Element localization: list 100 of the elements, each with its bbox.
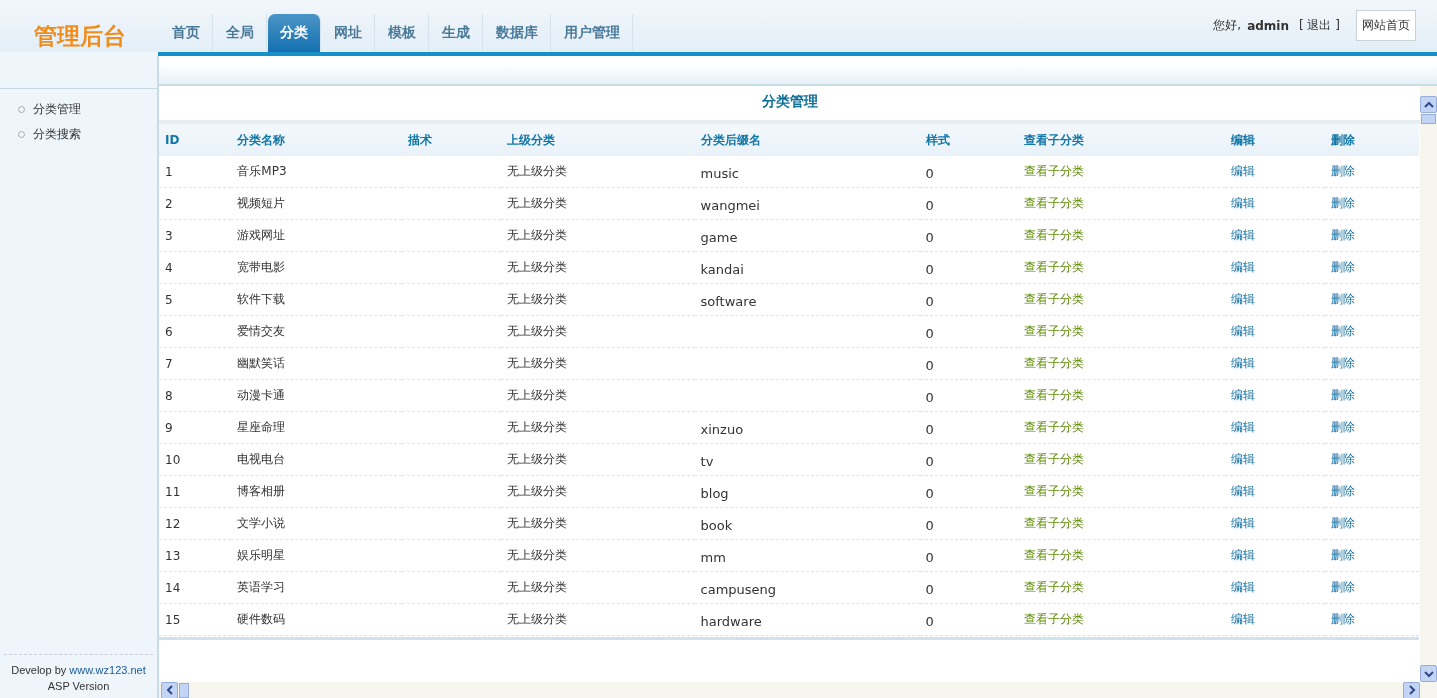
delete-link[interactable]: 删除	[1330, 612, 1355, 626]
table-cell: 3	[165, 228, 173, 243]
table-cell: 无上级分类	[506, 292, 567, 306]
table-cell: 软件下载	[237, 292, 286, 306]
view-children-link[interactable]: 查看子分类	[1024, 356, 1085, 370]
table-cell: 0	[925, 230, 934, 245]
footer-text: Develop by	[11, 664, 67, 676]
delete-link[interactable]: 删除	[1330, 228, 1355, 242]
table-cell: 15	[165, 612, 181, 627]
edit-link[interactable]: 编辑	[1231, 388, 1256, 402]
site-home-button[interactable]: 网站首页	[1356, 10, 1416, 41]
table-cell: 0	[925, 198, 934, 213]
delete-link[interactable]: 删除	[1330, 388, 1355, 402]
table-cell: 无上级分类	[506, 484, 567, 498]
view-children-link[interactable]: 查看子分类	[1024, 548, 1085, 562]
delete-link[interactable]: 删除	[1330, 580, 1355, 594]
column-header: 查看子分类	[1018, 124, 1226, 156]
view-children-link[interactable]: 查看子分类	[1024, 452, 1085, 466]
edit-link[interactable]: 编辑	[1231, 484, 1256, 498]
table-cell: 10	[165, 452, 181, 467]
delete-link[interactable]: 删除	[1330, 356, 1355, 370]
table-cell: 7	[165, 356, 173, 371]
table-cell: 无上级分类	[506, 420, 567, 434]
edit-link[interactable]: 编辑	[1231, 196, 1256, 210]
table-cell: software	[700, 294, 757, 309]
delete-link[interactable]: 删除	[1330, 484, 1355, 498]
table-cell: 0	[925, 326, 934, 341]
scroll-up-icon[interactable]	[1420, 96, 1437, 113]
edit-link[interactable]: 编辑	[1231, 324, 1256, 338]
table-cell: 博客相册	[237, 484, 286, 498]
table-cell: 0	[925, 422, 934, 437]
column-header: 上级分类	[500, 124, 695, 156]
delete-link[interactable]: 删除	[1330, 324, 1355, 338]
table-cell: game	[700, 230, 738, 245]
footer-link[interactable]: www.wz123.net	[69, 664, 146, 676]
view-children-link[interactable]: 查看子分类	[1024, 228, 1085, 242]
edit-link[interactable]: 编辑	[1231, 548, 1256, 562]
view-children-link[interactable]: 查看子分类	[1024, 292, 1085, 306]
scroll-thumb[interactable]	[179, 682, 189, 698]
view-children-link[interactable]: 查看子分类	[1024, 612, 1085, 626]
logout-link[interactable]: [ 退出 ]	[1299, 17, 1340, 34]
table-cell: 宽带电影	[237, 260, 286, 274]
delete-link[interactable]: 删除	[1330, 420, 1355, 434]
table-cell: music	[700, 166, 739, 181]
table-cell: 音乐MP3	[237, 164, 287, 178]
edit-link[interactable]: 编辑	[1231, 356, 1256, 370]
delete-link[interactable]: 删除	[1330, 292, 1355, 306]
table-cell: campuseng	[700, 582, 777, 597]
view-children-link[interactable]: 查看子分类	[1024, 420, 1085, 434]
horizontal-scrollbar[interactable]	[159, 682, 1437, 698]
table-cell: wangmei	[700, 198, 760, 213]
table-cell: 电视电台	[237, 452, 286, 466]
column-header: 分类后缀名	[694, 124, 920, 156]
scroll-right-icon[interactable]	[1403, 681, 1420, 698]
table-cell: 0	[925, 582, 934, 597]
view-children-link[interactable]: 查看子分类	[1024, 388, 1085, 402]
delete-link[interactable]: 删除	[1330, 516, 1355, 530]
delete-link[interactable]: 删除	[1330, 164, 1355, 178]
delete-link[interactable]: 删除	[1330, 452, 1355, 466]
view-children-link[interactable]: 查看子分类	[1024, 260, 1085, 274]
edit-link[interactable]: 编辑	[1231, 260, 1256, 274]
column-header: 描术	[402, 124, 501, 156]
scroll-down-icon[interactable]	[1420, 665, 1437, 682]
vertical-scrollbar[interactable]	[1420, 86, 1437, 682]
delete-link[interactable]: 删除	[1330, 548, 1355, 562]
table-cell: 9	[165, 420, 173, 435]
table-cell: 2	[165, 196, 173, 211]
edit-link[interactable]: 编辑	[1231, 612, 1256, 626]
column-header: 分类名称	[231, 124, 403, 156]
view-children-link[interactable]: 查看子分类	[1024, 324, 1085, 338]
view-children-link[interactable]: 查看子分类	[1024, 516, 1085, 530]
edit-link[interactable]: 编辑	[1231, 164, 1256, 178]
table-cell: 5	[165, 292, 173, 307]
view-children-link[interactable]: 查看子分类	[1024, 196, 1085, 210]
table-cell: book	[700, 518, 733, 533]
delete-link[interactable]: 删除	[1330, 260, 1355, 274]
edit-link[interactable]: 编辑	[1231, 452, 1256, 466]
table-cell: 0	[925, 294, 934, 309]
view-children-link[interactable]: 查看子分类	[1024, 484, 1085, 498]
user-name: admin	[1247, 18, 1289, 33]
table-cell: 无上级分类	[506, 164, 567, 178]
edit-link[interactable]: 编辑	[1231, 292, 1256, 306]
edit-link[interactable]: 编辑	[1231, 516, 1256, 530]
table-cell: 星座命理	[237, 420, 286, 434]
view-children-link[interactable]: 查看子分类	[1024, 164, 1085, 178]
edit-link[interactable]: 编辑	[1231, 420, 1256, 434]
edit-link[interactable]: 编辑	[1231, 580, 1256, 594]
sidebar-item[interactable]: 分类搜索	[0, 122, 157, 147]
edit-link[interactable]: 编辑	[1231, 228, 1256, 242]
delete-link[interactable]: 删除	[1330, 196, 1355, 210]
table-cell: 动漫卡通	[237, 388, 286, 402]
view-children-link[interactable]: 查看子分类	[1024, 580, 1085, 594]
nav-tab[interactable]: 分类	[268, 14, 321, 52]
table-cell: 无上级分类	[506, 228, 567, 242]
table-cell: 13	[165, 548, 181, 563]
table-cell: 无上级分类	[506, 260, 567, 274]
sidebar-item[interactable]: 分类管理	[0, 97, 157, 122]
scroll-left-icon[interactable]	[161, 681, 178, 698]
scroll-thumb[interactable]	[1421, 114, 1436, 124]
table-cell: 0	[925, 614, 934, 629]
